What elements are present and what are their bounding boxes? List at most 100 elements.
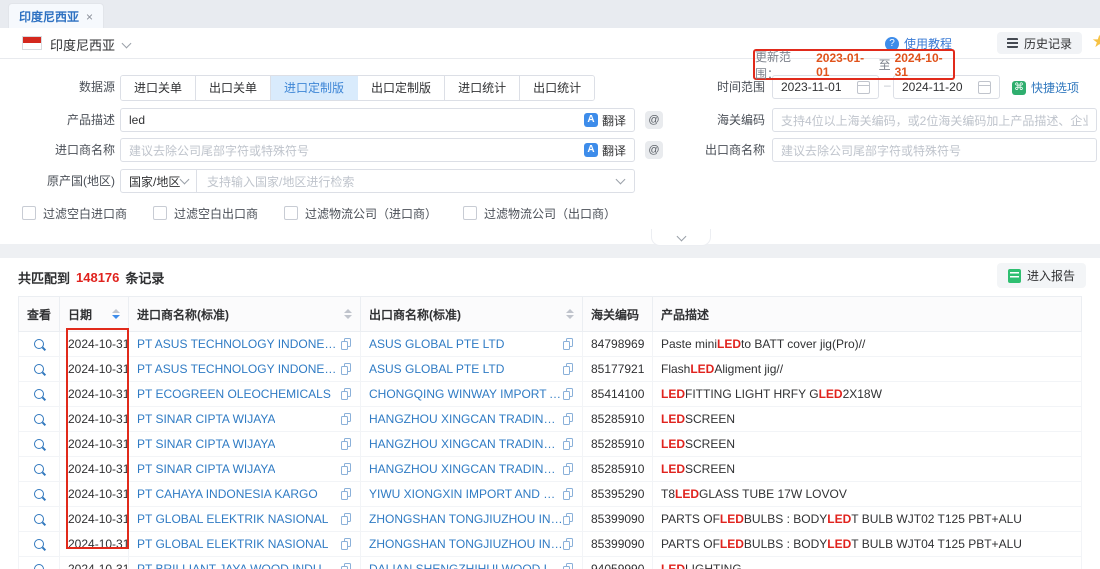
- copy-icon[interactable]: [563, 513, 574, 526]
- copy-icon[interactable]: [341, 463, 352, 476]
- product-desc-cell: LED SCREEN: [653, 407, 1082, 431]
- translate-button[interactable]: A 翻译: [584, 142, 626, 159]
- origin-country-select[interactable]: 国家/地区: [121, 170, 197, 192]
- importer-link[interactable]: PT CAHAYA INDONESIA KARGO: [137, 487, 318, 501]
- checkbox-filter-blank-importer[interactable]: 过滤空白进口商: [22, 205, 127, 222]
- copy-icon[interactable]: [341, 363, 352, 376]
- copy-icon[interactable]: [341, 513, 352, 526]
- sort-icon[interactable]: [344, 309, 352, 319]
- hs-code-input[interactable]: 支持4位以上海关编码，或2位海关编码加上产品描述、企业名称的任意信息: [772, 108, 1097, 132]
- magnifier-icon[interactable]: [34, 439, 44, 449]
- exporter-link[interactable]: ASUS GLOBAL PTE LTD: [369, 362, 504, 376]
- tab-import-custom[interactable]: 进口定制版: [271, 76, 358, 100]
- magnifier-icon[interactable]: [34, 514, 44, 524]
- exporter-cell: ZHONGSHAN TONGJIUZHOU INTERNA...: [361, 532, 583, 556]
- magnifier-icon[interactable]: [34, 489, 44, 499]
- mention-at-button[interactable]: @: [645, 141, 663, 159]
- enter-report-button[interactable]: 进入报告: [997, 263, 1086, 288]
- importer-link[interactable]: PT ASUS TECHNOLOGY INDONESIA BA...: [137, 337, 341, 351]
- copy-icon[interactable]: [341, 538, 352, 551]
- importer-link[interactable]: PT ECOGREEN OLEOCHEMICALS: [137, 387, 331, 401]
- quick-options-button[interactable]: ⌘ 快捷选项: [1012, 79, 1079, 96]
- tab-import-statistics[interactable]: 进口统计: [445, 76, 520, 100]
- sort-icon[interactable]: [112, 309, 120, 319]
- exporter-cell: CHONGQING WINWAY IMPORT AND E...: [361, 382, 583, 406]
- copy-icon[interactable]: [563, 388, 574, 401]
- datasource-tab-group: 进口关单 出口关单 进口定制版 出口定制版 进口统计 出口统计: [120, 75, 595, 101]
- date-cell: 2024-10-31: [60, 382, 129, 406]
- collapse-filters-button[interactable]: [651, 229, 711, 246]
- magnifier-icon[interactable]: [34, 389, 44, 399]
- importer-link[interactable]: PT SINAR CIPTA WIJAYA: [137, 412, 275, 426]
- exporter-link[interactable]: YIWU XIONGXIN IMPORT AND EXPORT...: [369, 487, 563, 501]
- update-range-annotation: 更新范围： 2023-01-01 至 2024-10-31: [753, 49, 955, 80]
- importer-link[interactable]: PT ASUS TECHNOLOGY INDONESIA BA...: [137, 362, 341, 376]
- header-exporter[interactable]: 出口商名称(标准): [361, 297, 583, 331]
- country-page-tab[interactable]: 印度尼西亚 ×: [8, 3, 104, 29]
- copy-icon[interactable]: [341, 413, 352, 426]
- results-table: 查看 日期 进口商名称(标准) 出口商名称(标准) 海关编码: [18, 296, 1082, 569]
- copy-icon[interactable]: [563, 438, 574, 451]
- header-importer[interactable]: 进口商名称(标准): [129, 297, 361, 331]
- importer-link[interactable]: PT GLOBAL ELEKTRIK NASIONAL: [137, 537, 328, 551]
- tab-export-custom[interactable]: 出口定制版: [358, 76, 445, 100]
- copy-icon[interactable]: [563, 538, 574, 551]
- copy-icon[interactable]: [341, 338, 352, 351]
- checkbox-filter-logistics-exporter[interactable]: 过滤物流公司（出口商）: [463, 205, 616, 222]
- exporter-link[interactable]: ZHONGSHAN TONGJIUZHOU INTERNA...: [369, 537, 563, 551]
- magnifier-icon[interactable]: [34, 364, 44, 374]
- close-icon[interactable]: ×: [86, 10, 93, 24]
- exporter-link[interactable]: DALIAN SHENGZHIHUI WOOD INDUST...: [369, 562, 563, 569]
- exporter-link[interactable]: ASUS GLOBAL PTE LTD: [369, 337, 504, 351]
- sort-icon[interactable]: [566, 309, 574, 319]
- copy-icon[interactable]: [563, 413, 574, 426]
- copy-icon[interactable]: [341, 438, 352, 451]
- country-selector[interactable]: 印度尼西亚: [50, 35, 130, 54]
- importer-link[interactable]: PT SINAR CIPTA WIJAYA: [137, 462, 275, 476]
- exporter-link[interactable]: ZHONGSHAN TONGJIUZHOU INTERNA...: [369, 512, 563, 526]
- exporter-link[interactable]: CHONGQING WINWAY IMPORT AND E...: [369, 387, 563, 401]
- magnifier-icon[interactable]: [34, 339, 44, 349]
- mention-at-button[interactable]: @: [645, 111, 663, 129]
- magnifier-icon[interactable]: [34, 539, 44, 549]
- translate-button[interactable]: A 翻译: [584, 112, 626, 129]
- magnifier-icon[interactable]: [34, 464, 44, 474]
- importer-link[interactable]: PT SINAR CIPTA WIJAYA: [137, 437, 275, 451]
- copy-icon[interactable]: [341, 488, 352, 501]
- header-date[interactable]: 日期: [60, 297, 129, 331]
- calendar-icon[interactable]: [978, 81, 991, 94]
- hs-code-cell: 85285910: [583, 407, 653, 431]
- exporter-link[interactable]: HANGZHOU XINGCAN TRADING CO LTD: [369, 412, 563, 426]
- copy-icon[interactable]: [563, 338, 574, 351]
- magnifier-icon[interactable]: [34, 564, 44, 569]
- view-cell: [18, 507, 60, 531]
- copy-icon[interactable]: [563, 563, 574, 569]
- copy-icon[interactable]: [341, 388, 352, 401]
- copy-icon[interactable]: [563, 363, 574, 376]
- translate-icon: A: [584, 143, 598, 157]
- exporter-name-input[interactable]: 建议去除公司尾部字符或特殊符号: [772, 138, 1097, 162]
- match-summary: 共匹配到 148176 条记录: [18, 268, 164, 287]
- checkbox-filter-blank-exporter[interactable]: 过滤空白出口商: [153, 205, 258, 222]
- copy-icon[interactable]: [563, 488, 574, 501]
- calendar-icon[interactable]: [857, 81, 870, 94]
- tab-export-declaration[interactable]: 出口关单: [196, 76, 271, 100]
- product-desc-input[interactable]: led A 翻译: [120, 108, 635, 132]
- tab-import-declaration[interactable]: 进口关单: [121, 76, 196, 100]
- importer-link[interactable]: PT BRILLIANT JAYA WOOD INDUSTRY: [137, 562, 341, 569]
- origin-search-input[interactable]: 支持输入国家/地区进行检索: [197, 173, 617, 190]
- exporter-link[interactable]: HANGZHOU XINGCAN TRADING CO LTD: [369, 437, 563, 451]
- product-desc-label: 产品描述: [20, 108, 115, 132]
- top-tab-bar: 印度尼西亚 ×: [0, 0, 1100, 29]
- checkbox-filter-logistics-importer[interactable]: 过滤物流公司（进口商）: [284, 205, 437, 222]
- star-icon[interactable]: ★: [1092, 32, 1100, 52]
- tab-export-statistics[interactable]: 出口统计: [520, 76, 594, 100]
- copy-icon[interactable]: [563, 463, 574, 476]
- history-button[interactable]: 历史记录: [997, 32, 1082, 54]
- exporter-link[interactable]: HANGZHOU XINGCAN TRADING CO LTD: [369, 462, 563, 476]
- exporter-cell: HANGZHOU XINGCAN TRADING CO LTD: [361, 407, 583, 431]
- magnifier-icon[interactable]: [34, 414, 44, 424]
- importer-name-input[interactable]: 建议去除公司尾部字符或特殊符号 A 翻译: [120, 138, 635, 162]
- importer-link[interactable]: PT GLOBAL ELEKTRIK NASIONAL: [137, 512, 328, 526]
- copy-icon[interactable]: [341, 563, 352, 569]
